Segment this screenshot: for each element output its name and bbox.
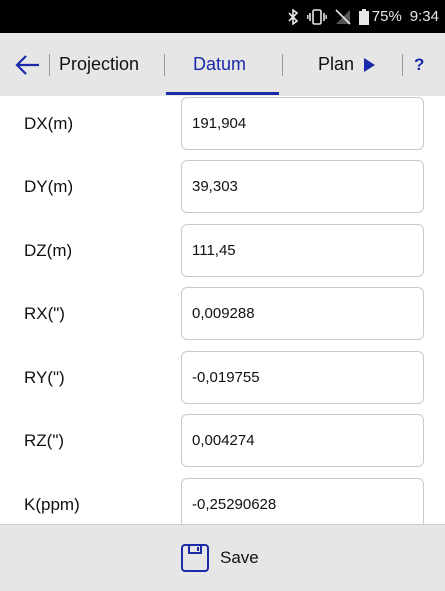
param-row-ry: RY(") (0, 350, 445, 414)
param-row-dx: DX(m) (0, 96, 445, 160)
rx-field[interactable] (181, 287, 424, 340)
save-label: Save (220, 548, 259, 567)
divider (282, 54, 283, 76)
param-row-rz: RZ(") (0, 413, 445, 477)
clock: 9:34 (409, 8, 439, 25)
arrow-left-icon (15, 55, 39, 75)
tab-plan[interactable]: Plan (318, 33, 376, 96)
dy-field[interactable] (181, 160, 424, 213)
tab-datum-label: Datum (193, 54, 247, 74)
divider (164, 54, 165, 76)
battery-percent: 75% (371, 8, 402, 25)
tab-projection[interactable]: Projection (59, 33, 139, 96)
divider (402, 54, 403, 76)
dz-field[interactable] (181, 224, 424, 277)
param-label: RZ(") (24, 431, 65, 450)
help-button[interactable]: ? (414, 33, 424, 96)
rz-field[interactable] (181, 414, 424, 467)
save-icon (181, 544, 209, 572)
param-label: RY(") (24, 368, 65, 387)
tab-bar: Projection Datum Plan ? (0, 33, 445, 96)
tab-datum[interactable]: Datum (193, 33, 246, 96)
save-button[interactable]: Save (180, 543, 259, 573)
param-label: DY(m) (24, 177, 74, 196)
bluetooth-icon (287, 8, 299, 25)
divider (49, 54, 50, 76)
active-tab-indicator (166, 92, 279, 95)
param-label: DX(m) (24, 114, 74, 133)
battery-icon (358, 8, 369, 25)
footer-bar: Save (0, 524, 445, 591)
param-row-dy: DY(m) (0, 159, 445, 223)
triangle-right-icon (364, 57, 376, 72)
no-signal-icon (335, 8, 351, 25)
tab-projection-label: Projection (59, 54, 140, 74)
param-row-k: K(ppm) (0, 477, 445, 524)
ry-field[interactable] (181, 351, 424, 404)
param-row-rx: RX(") (0, 286, 445, 350)
param-label: DZ(m) (24, 241, 73, 260)
param-label: K(ppm) (24, 495, 80, 514)
param-row-dz: DZ(m) (0, 223, 445, 287)
param-label: RX(") (24, 304, 65, 323)
datum-parameters: DX(m) DY(m) DZ(m) RX(") RY(") RZ(") K(pp… (0, 96, 445, 524)
dx-field[interactable] (181, 97, 424, 150)
vibrate-icon (306, 8, 327, 25)
back-button[interactable] (14, 51, 42, 79)
k-field[interactable] (181, 478, 424, 524)
tab-plan-label: Plan (318, 54, 355, 74)
status-bar: 75% 9:34 (0, 0, 445, 33)
